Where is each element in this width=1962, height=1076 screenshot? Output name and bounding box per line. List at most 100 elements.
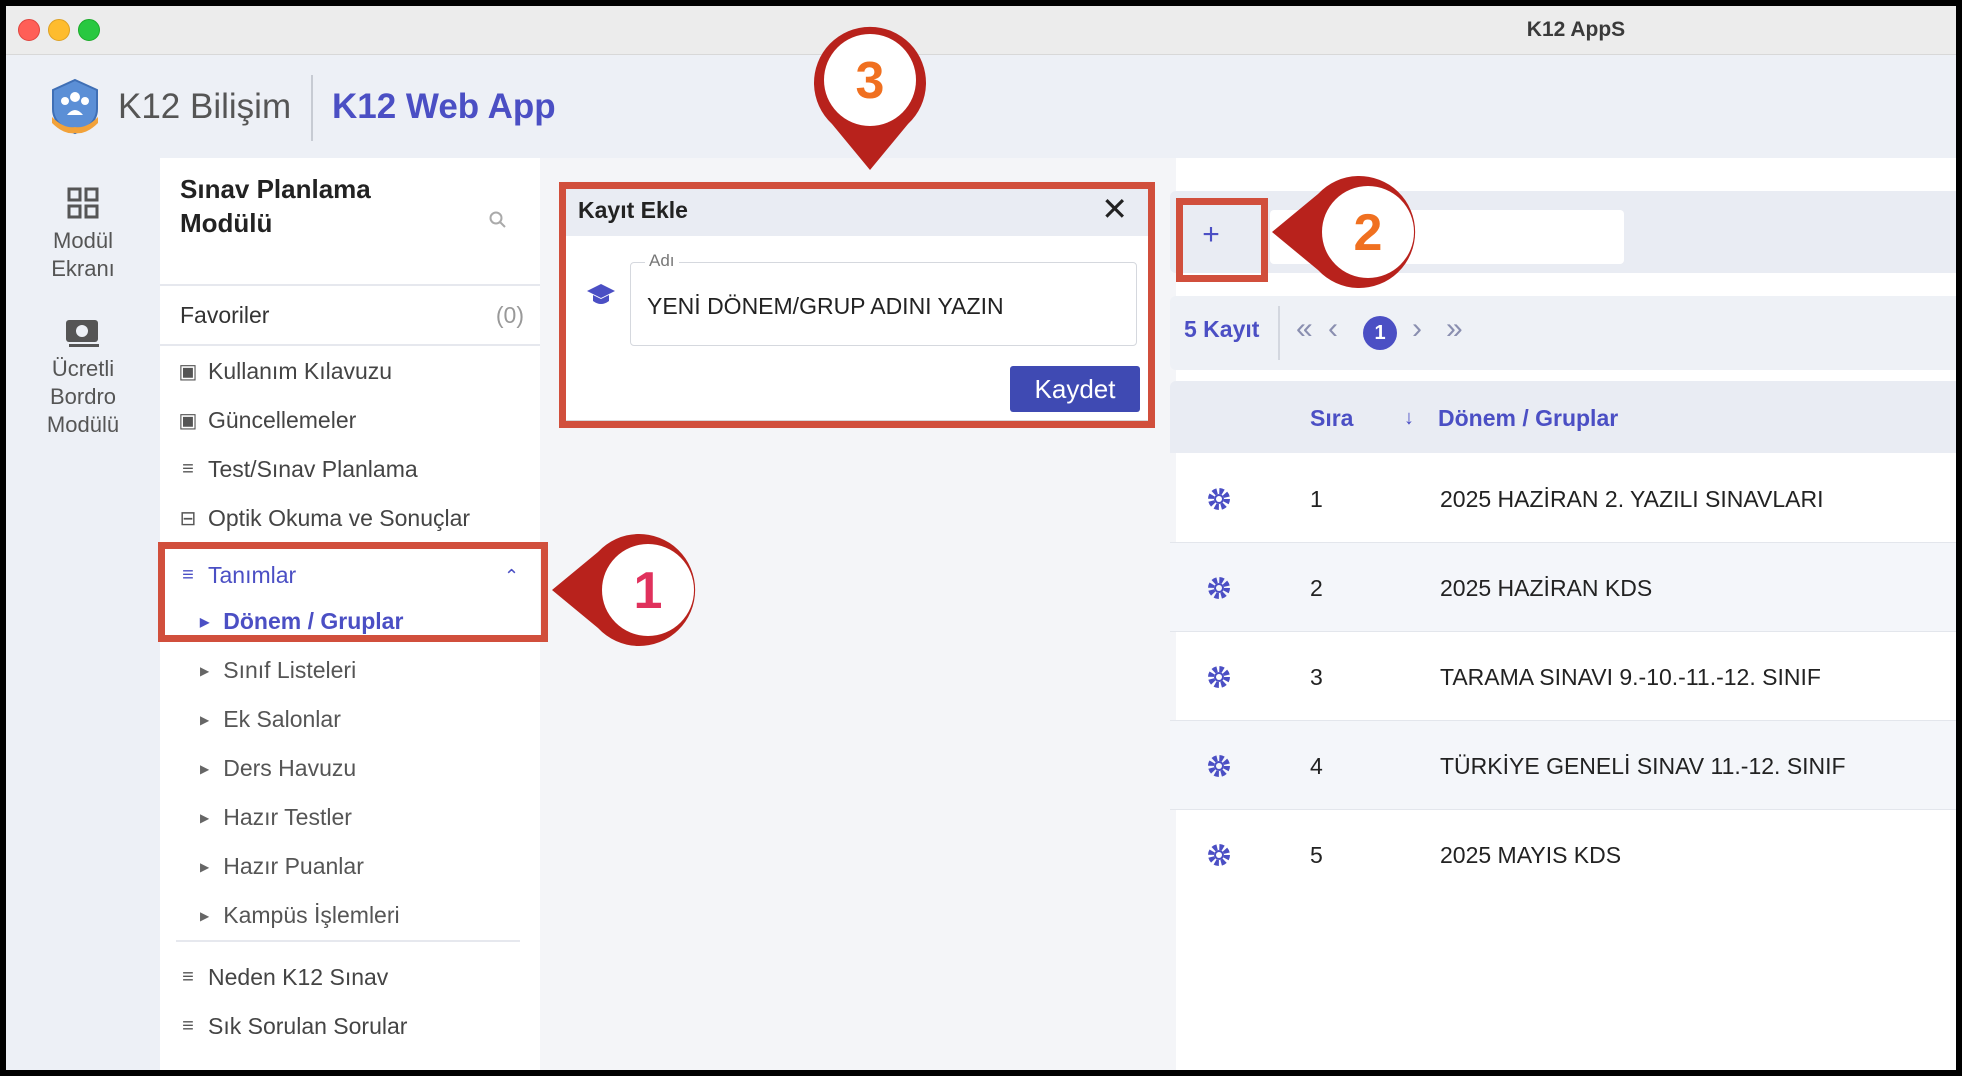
gear-icon[interactable] [1206, 486, 1232, 512]
row-sira: 5 [1310, 842, 1323, 868]
k12-logo-icon [52, 78, 98, 135]
sidebar-item-sik-sorulan-sorular[interactable]: ≡ Sık Sorulan Sorular [178, 1013, 407, 1040]
sidebar-subitem-hazir-puanlar[interactable]: ▶ Hazır Puanlar [200, 853, 364, 880]
rail-item-label: Modül [53, 228, 113, 253]
rail-item-label: Bordro [49, 384, 117, 409]
first-page-icon[interactable]: « [1296, 312, 1313, 346]
name-field: Adı [630, 251, 1137, 346]
rail-item-label: Ekranı [51, 256, 115, 281]
sidebar-item-guncellemeler[interactable]: ▣ Güncellemeler [178, 407, 357, 434]
payroll-icon [66, 320, 99, 347]
table-row[interactable]: 4 TÜRKİYE GENELİ SINAV 11.-12. SINIF [1170, 721, 1956, 810]
sidebar-subitem-ek-salonlar[interactable]: ▶ Ek Salonlar [200, 706, 341, 733]
row-name: 2025 MAYIS KDS [1440, 842, 1622, 868]
close-window-button[interactable] [18, 19, 40, 41]
caret-right-icon: ▶ [200, 761, 210, 776]
sidebar-subitem-label: Ek Salonlar [223, 706, 341, 732]
annotation-marker-1: 1 [552, 534, 696, 646]
rail-item-label: Modülü [46, 412, 120, 437]
caret-right-icon: ▶ [200, 908, 210, 923]
close-icon[interactable]: ✕ [1101, 190, 1128, 228]
chevron-up-icon[interactable]: ⌃ [504, 566, 519, 587]
sidebar-item-neden-k12[interactable]: ≡ Neden K12 Sınav [178, 964, 388, 991]
menu-icon: ≡ [182, 458, 194, 480]
pager-divider [1278, 306, 1280, 360]
menu-icon: ≡ [182, 1015, 194, 1037]
sidebar-item-kullanim-kilavuzu[interactable]: ▣ Kullanım Kılavuzu [178, 358, 393, 385]
sidebar-item-test-sinav-planlama[interactable]: ≡ Test/Sınav Planlama [178, 456, 418, 483]
rail-item-ucretli-bordro[interactable]: Ücretli Bordro Modülü [6, 318, 160, 439]
prev-page-icon[interactable]: ‹ [1328, 312, 1338, 346]
record-count: 5 Kayıt [1184, 316, 1260, 342]
gear-icon[interactable] [1206, 575, 1232, 601]
favorites-label[interactable]: Favoriler [180, 302, 269, 329]
graduation-cap-icon [587, 284, 615, 304]
row-name: 2025 HAZİRAN KDS [1440, 575, 1653, 601]
add-record-dialog: Kayıt Ekle ✕ Adı Kaydet [564, 184, 1150, 420]
table-header: Sıra ↓ Dönem / Gruplar [1170, 381, 1956, 453]
dialog-header: Kayıt Ekle ✕ [564, 184, 1150, 236]
table-row[interactable]: 2 2025 HAZİRAN KDS [1170, 543, 1956, 632]
sidebar-subitem-label: Hazır Testler [223, 804, 352, 830]
caret-right-icon: ▶ [200, 859, 210, 874]
sidebar-subitem-sinif-listeleri[interactable]: ▶ Sınıf Listeleri [200, 657, 356, 684]
book-icon: ▣ [178, 410, 198, 432]
sidebar-subitem-label: Kampüs İşlemleri [223, 902, 400, 928]
sidebar-subitem-kampus-islemleri[interactable]: ▶ Kampüs İşlemleri [200, 902, 400, 929]
sidebar-subitem-hazir-testler[interactable]: ▶ Hazır Testler [200, 804, 352, 831]
table-row[interactable]: 1 2025 HAZİRAN 2. YAZILI SINAVLARI [1170, 454, 1956, 543]
row-name: TARAMA SINAVI 9.-10.-11.-12. SINIF [1440, 664, 1821, 690]
sidebar-item-label: Sık Sorulan Sorular [208, 1013, 408, 1039]
grid-icon [67, 187, 99, 219]
row-name: 2025 HAZİRAN 2. YAZILI SINAVLARI [1440, 486, 1824, 512]
last-page-icon[interactable]: » [1446, 312, 1463, 346]
sidebar-subitem-label: Dönem / Gruplar [223, 608, 404, 634]
sidebar-subitem-ders-havuzu[interactable]: ▶ Ders Havuzu [200, 755, 356, 782]
search-icon[interactable] [488, 210, 508, 230]
row-name: TÜRKİYE GENELİ SINAV 11.-12. SINIF [1440, 753, 1846, 779]
list-add-icon: ≡ [182, 564, 194, 586]
table-row[interactable]: 3 TARAMA SINAVI 9.-10.-11.-12. SINIF [1170, 632, 1956, 721]
brand-name: K12 Bilişim [118, 87, 292, 126]
sidebar-item-label: Optik Okuma ve Sonuçlar [208, 505, 471, 531]
gear-icon[interactable] [1206, 753, 1232, 779]
sidebar-item-label: Kullanım Kılavuzu [208, 358, 393, 384]
sidebar-item-optik-okuma[interactable]: ⊟ Optik Okuma ve Sonuçlar [178, 505, 470, 532]
table-row[interactable]: 5 2025 MAYIS KDS [1170, 810, 1956, 898]
window-titlebar: K12 AppS [6, 6, 1956, 55]
add-record-button[interactable]: + [1186, 211, 1236, 261]
column-header-donem-gruplar[interactable]: Dönem / Gruplar [1438, 405, 1618, 432]
dialog-title: Kayıt Ekle [578, 197, 688, 223]
app-title: K12 Web App [332, 87, 556, 126]
zoom-window-button[interactable] [78, 19, 100, 41]
annotation-marker-2: 2 [1272, 176, 1416, 288]
rail-item-modul-ekrani[interactable]: Modül Ekranı [6, 186, 160, 283]
header-divider [311, 75, 313, 141]
window-title: K12 AppS [1526, 18, 1626, 41]
column-header-sira[interactable]: Sıra [1310, 405, 1353, 432]
caret-right-icon: ▶ [200, 663, 210, 678]
module-sidebar: Sınav Planlama Modülü Favoriler (0) ▣ Ku… [160, 158, 541, 1070]
app-window: K12 AppS K12 Bilişim K12 Web App Modül E… [6, 6, 1956, 1070]
app-header: K12 Bilişim K12 Web App [6, 55, 1956, 158]
sort-down-icon[interactable]: ↓ [1404, 407, 1414, 430]
sidebar-item-label: Test/Sınav Planlama [208, 456, 418, 482]
sidebar-divider [176, 940, 520, 942]
book-icon: ▣ [178, 361, 198, 383]
save-button[interactable]: Kaydet [1010, 366, 1140, 412]
sidebar-subitem-donem-gruplar[interactable]: ▶ Dönem / Gruplar [200, 608, 403, 635]
gear-icon[interactable] [1206, 842, 1232, 868]
row-sira: 1 [1310, 486, 1323, 512]
pagination-bar [1170, 296, 1956, 370]
sidebar-item-tanimlar[interactable]: ≡ Tanımlar [178, 562, 296, 589]
current-page-button[interactable]: 1 [1363, 316, 1397, 350]
name-input[interactable] [647, 293, 1107, 320]
next-page-icon[interactable]: › [1412, 312, 1422, 346]
menu-icon: ≡ [182, 966, 194, 988]
sidebar-item-label: Tanımlar [208, 562, 297, 588]
caret-right-icon: ▶ [200, 810, 210, 825]
sidebar-item-label: Neden K12 Sınav [208, 964, 389, 990]
scanner-icon: ⊟ [179, 508, 197, 530]
minimize-window-button[interactable] [48, 19, 70, 41]
gear-icon[interactable] [1206, 664, 1232, 690]
